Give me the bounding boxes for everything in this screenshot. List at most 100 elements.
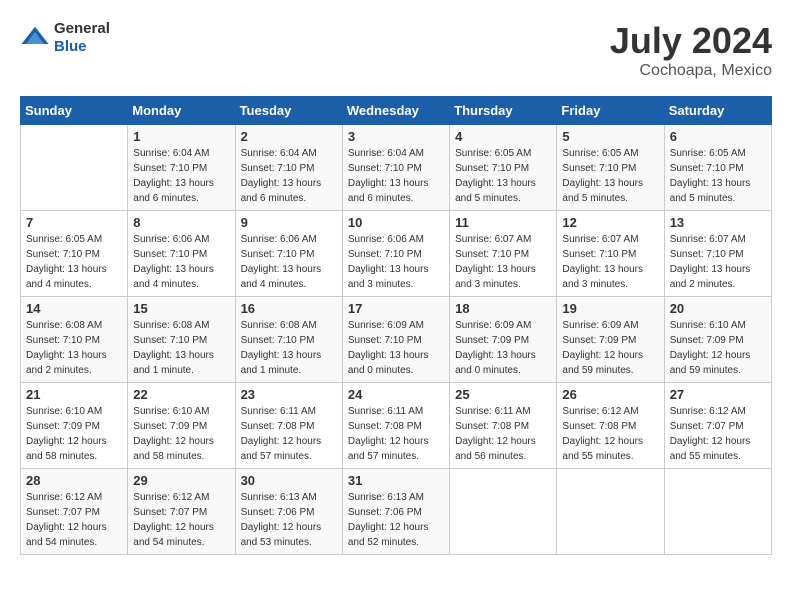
day-number: 27 <box>670 387 766 402</box>
day-number: 4 <box>455 129 551 144</box>
calendar-cell: 19 Sunrise: 6:09 AMSunset: 7:09 PMDayligh… <box>557 297 664 383</box>
calendar-cell <box>664 469 771 555</box>
day-number: 30 <box>241 473 337 488</box>
day-info: Sunrise: 6:04 AMSunset: 7:10 PMDaylight:… <box>348 146 444 206</box>
day-number: 20 <box>670 301 766 316</box>
logo: General Blue <box>20 20 110 56</box>
calendar-cell <box>450 469 557 555</box>
day-number: 24 <box>348 387 444 402</box>
col-wednesday: Wednesday <box>342 97 449 125</box>
day-info: Sunrise: 6:12 AMSunset: 7:07 PMDaylight:… <box>133 490 229 550</box>
day-info: Sunrise: 6:06 AMSunset: 7:10 PMDaylight:… <box>133 232 229 292</box>
day-number: 12 <box>562 215 658 230</box>
calendar-cell: 7Sunrise: 6:05 AMSunset: 7:10 PMDaylight… <box>21 211 128 297</box>
calendar-cell <box>557 469 664 555</box>
calendar-cell: 30 Sunrise: 6:13 AMSunset: 7:06 PMDayligh… <box>235 469 342 555</box>
calendar-cell: 20 Sunrise: 6:10 AMSunset: 7:09 PMDayligh… <box>664 297 771 383</box>
calendar-cell: 26Sunrise: 6:12 AMSunset: 7:08 PMDayligh… <box>557 383 664 469</box>
day-info: Sunrise: 6:10 AMSunset: 7:09 PMDaylight:… <box>133 404 229 464</box>
calendar-cell: 28 Sunrise: 6:12 AMSunset: 7:07 PMDayligh… <box>21 469 128 555</box>
day-info: Sunrise: 6:06 AMSunset: 7:10 PMDaylight:… <box>348 232 444 292</box>
day-info: Sunrise: 6:11 AMSunset: 7:08 PMDaylight:… <box>241 404 337 464</box>
day-number: 17 <box>348 301 444 316</box>
day-number: 8 <box>133 215 229 230</box>
calendar-cell: 14Sunrise: 6:08 AMSunset: 7:10 PMDayligh… <box>21 297 128 383</box>
day-info: Sunrise: 6:08 AMSunset: 7:10 PMDaylight:… <box>133 318 229 378</box>
day-info: Sunrise: 6:13 AMSunset: 7:06 PMDaylight:… <box>241 490 337 550</box>
col-thursday: Thursday <box>450 97 557 125</box>
day-info: Sunrise: 6:07 AMSunset: 7:10 PMDaylight:… <box>562 232 658 292</box>
calendar-week-2: 7Sunrise: 6:05 AMSunset: 7:10 PMDaylight… <box>21 211 772 297</box>
day-number: 18 <box>455 301 551 316</box>
day-info: Sunrise: 6:04 AMSunset: 7:10 PMDaylight:… <box>133 146 229 206</box>
day-number: 6 <box>670 129 766 144</box>
day-info: Sunrise: 6:10 AMSunset: 7:09 PMDaylight:… <box>670 318 766 378</box>
logo-general: General <box>54 20 110 38</box>
calendar-cell: 11Sunrise: 6:07 AMSunset: 7:10 PMDayligh… <box>450 211 557 297</box>
day-info: Sunrise: 6:05 AMSunset: 7:10 PMDaylight:… <box>455 146 551 206</box>
calendar-cell: 17 Sunrise: 6:09 AMSunset: 7:10 PMDayligh… <box>342 297 449 383</box>
calendar-cell: 24 Sunrise: 6:11 AMSunset: 7:08 PMDayligh… <box>342 383 449 469</box>
day-number: 5 <box>562 129 658 144</box>
calendar-cell: 29 Sunrise: 6:12 AMSunset: 7:07 PMDayligh… <box>128 469 235 555</box>
col-friday: Friday <box>557 97 664 125</box>
calendar-cell <box>21 125 128 211</box>
day-info: Sunrise: 6:05 AMSunset: 7:10 PMDaylight:… <box>670 146 766 206</box>
day-info: Sunrise: 6:06 AMSunset: 7:10 PMDaylight:… <box>241 232 337 292</box>
day-number: 25 <box>455 387 551 402</box>
day-number: 14 <box>26 301 122 316</box>
day-info: Sunrise: 6:07 AMSunset: 7:10 PMDaylight:… <box>670 232 766 292</box>
calendar-header: Sunday Monday Tuesday Wednesday Thursday… <box>21 97 772 125</box>
calendar-cell: 8 Sunrise: 6:06 AMSunset: 7:10 PMDaylight… <box>128 211 235 297</box>
col-saturday: Saturday <box>664 97 771 125</box>
page-header: General Blue July 2024 Cochoapa, Mexico <box>20 20 772 80</box>
day-info: Sunrise: 6:11 AMSunset: 7:08 PMDaylight:… <box>348 404 444 464</box>
day-info: Sunrise: 6:12 AMSunset: 7:07 PMDaylight:… <box>26 490 122 550</box>
day-number: 13 <box>670 215 766 230</box>
day-info: Sunrise: 6:09 AMSunset: 7:09 PMDaylight:… <box>455 318 551 378</box>
calendar-week-3: 14 Sunrise: 6:08 AMSunset: 7:10 PMDayligh… <box>21 297 772 383</box>
day-number: 28 <box>26 473 122 488</box>
day-info: Sunrise: 6:04 AMSunset: 7:10 PMDaylight:… <box>241 146 337 206</box>
day-number: 21 <box>26 387 122 402</box>
calendar-cell: 13 Sunrise: 6:07 AMSunset: 7:10 PMDayligh… <box>664 211 771 297</box>
calendar-cell: 1 Sunrise: 6:04 AMSunset: 7:10 PMDaylight… <box>128 125 235 211</box>
calendar-body: 1 Sunrise: 6:04 AMSunset: 7:10 PMDaylight… <box>21 125 772 555</box>
day-info: Sunrise: 6:08 AMSunset: 7:10 PMDaylight:… <box>241 318 337 378</box>
logo-icon <box>20 23 50 53</box>
day-number: 1 <box>133 129 229 144</box>
day-number: 9 <box>241 215 337 230</box>
calendar-week-1: 1 Sunrise: 6:04 AMSunset: 7:10 PMDaylight… <box>21 125 772 211</box>
day-number: 29 <box>133 473 229 488</box>
day-info: Sunrise: 6:09 AMSunset: 7:10 PMDaylight:… <box>348 318 444 378</box>
day-info: Sunrise: 6:07 AMSunset: 7:10 PMDaylight:… <box>455 232 551 292</box>
day-number: 19 <box>562 301 658 316</box>
day-info: Sunrise: 6:09 AMSunset: 7:09 PMDaylight:… <box>562 318 658 378</box>
day-number: 31 <box>348 473 444 488</box>
calendar-table: Sunday Monday Tuesday Wednesday Thursday… <box>20 96 772 555</box>
calendar-cell: 22 Sunrise: 6:10 AMSunset: 7:09 PMDayligh… <box>128 383 235 469</box>
day-number: 16 <box>241 301 337 316</box>
day-info: Sunrise: 6:13 AMSunset: 7:06 PMDaylight:… <box>348 490 444 550</box>
calendar-cell: 9 Sunrise: 6:06 AMSunset: 7:10 PMDaylight… <box>235 211 342 297</box>
calendar-cell: 25Sunrise: 6:11 AMSunset: 7:08 PMDayligh… <box>450 383 557 469</box>
title-month: July 2024 <box>610 20 772 62</box>
calendar-cell: 23 Sunrise: 6:11 AMSunset: 7:08 PMDayligh… <box>235 383 342 469</box>
day-number: 23 <box>241 387 337 402</box>
calendar-cell: 2Sunrise: 6:04 AMSunset: 7:10 PMDaylight… <box>235 125 342 211</box>
day-number: 22 <box>133 387 229 402</box>
calendar-cell: 27Sunrise: 6:12 AMSunset: 7:07 PMDayligh… <box>664 383 771 469</box>
logo-blue: Blue <box>54 38 110 56</box>
day-number: 10 <box>348 215 444 230</box>
col-monday: Monday <box>128 97 235 125</box>
calendar-week-4: 21 Sunrise: 6:10 AMSunset: 7:09 PMDayligh… <box>21 383 772 469</box>
day-info: Sunrise: 6:05 AMSunset: 7:10 PMDaylight:… <box>562 146 658 206</box>
calendar-cell: 21Sunrise: 6:10 AMSunset: 7:09 PMDayligh… <box>21 383 128 469</box>
calendar-cell: 15Sunrise: 6:08 AMSunset: 7:10 PMDayligh… <box>128 297 235 383</box>
day-info: Sunrise: 6:12 AMSunset: 7:08 PMDaylight:… <box>562 404 658 464</box>
col-sunday: Sunday <box>21 97 128 125</box>
title-location: Cochoapa, Mexico <box>610 62 772 80</box>
day-info: Sunrise: 6:05 AMSunset: 7:10 PMDaylight:… <box>26 232 122 292</box>
calendar-cell: 10 Sunrise: 6:06 AMSunset: 7:10 PMDayligh… <box>342 211 449 297</box>
calendar-cell: 5 Sunrise: 6:05 AMSunset: 7:10 PMDaylight… <box>557 125 664 211</box>
